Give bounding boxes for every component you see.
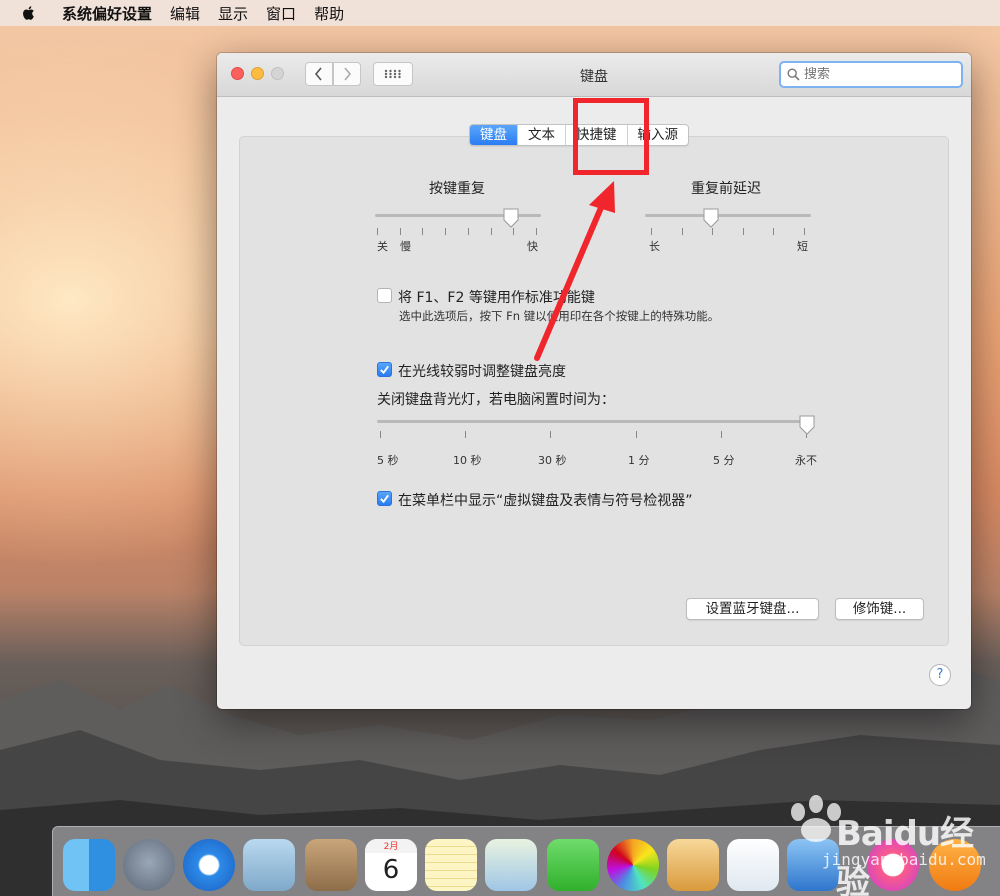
slider-tick bbox=[773, 228, 775, 235]
search-field[interactable] bbox=[779, 61, 963, 88]
repeat-delay-title: 重复前延迟 bbox=[691, 181, 761, 197]
keyboard-preferences-window: 键盘 键盘 文本 快捷键 输入源 按键重复 关 慢 快 重复前延迟 长 短 将 … bbox=[217, 53, 971, 709]
menu-window[interactable]: 窗口 bbox=[266, 3, 296, 24]
setup-bluetooth-keyboard-button[interactable]: 设置蓝牙键盘... bbox=[686, 598, 819, 620]
apple-icon[interactable] bbox=[20, 4, 38, 22]
backlight-label-30s: 30 秒 bbox=[538, 454, 567, 467]
slider-tick bbox=[465, 431, 467, 438]
title-bar: 键盘 bbox=[217, 53, 971, 97]
slider-tick bbox=[490, 228, 492, 235]
launchpad-icon[interactable] bbox=[123, 839, 175, 891]
repeat-delay-short-label: 短 bbox=[797, 240, 808, 253]
watermark-url: jingyan.baidu.com bbox=[822, 850, 986, 869]
backlight-title: 关闭键盘背光灯，若电脑闲置时间为： bbox=[377, 392, 615, 408]
slider-tick bbox=[422, 228, 424, 235]
menu-view[interactable]: 显示 bbox=[218, 3, 248, 24]
tab-text[interactable]: 文本 bbox=[518, 125, 566, 145]
pages-icon[interactable] bbox=[667, 839, 719, 891]
repeat-delay-knob[interactable] bbox=[702, 208, 720, 228]
safari-icon[interactable] bbox=[183, 839, 235, 891]
tab-keyboard[interactable]: 键盘 bbox=[470, 125, 518, 145]
key-repeat-off-label: 关 bbox=[377, 240, 388, 253]
fn-keys-checkbox[interactable] bbox=[377, 288, 392, 303]
modifier-keys-button[interactable]: 修饰键... bbox=[835, 598, 924, 620]
slider-tick bbox=[635, 431, 637, 438]
backlight-knob[interactable] bbox=[798, 415, 816, 435]
search-icon bbox=[787, 68, 800, 81]
slider-tick bbox=[804, 228, 805, 235]
backlight-label-1m: 1 分 bbox=[628, 454, 650, 467]
fn-keys-note: 选中此选项后，按下 Fn 键以使用印在各个按键上的特殊功能。 bbox=[399, 309, 720, 323]
key-repeat-title: 按键重复 bbox=[429, 181, 485, 197]
slider-tick bbox=[445, 228, 447, 235]
slider-tick bbox=[513, 228, 515, 235]
checkmark-icon bbox=[380, 494, 389, 504]
numbers-icon[interactable] bbox=[727, 839, 779, 891]
key-repeat-slow-label: 慢 bbox=[400, 240, 411, 253]
menu-system-preferences[interactable]: 系统偏好设置 bbox=[62, 3, 152, 24]
backlight-label-10s: 10 秒 bbox=[453, 454, 482, 467]
backlight-label-5s: 5 秒 bbox=[377, 454, 399, 467]
backlight-label-5m: 5 分 bbox=[713, 454, 735, 467]
slider-tick bbox=[742, 228, 744, 235]
notes-icon[interactable] bbox=[425, 839, 477, 891]
repeat-delay-long-label: 长 bbox=[649, 240, 660, 253]
calendar-icon[interactable]: 2月 6 bbox=[365, 839, 417, 891]
brightness-label[interactable]: 在光线较弱时调整键盘亮度 bbox=[398, 361, 566, 381]
slider-tick bbox=[712, 228, 714, 235]
fn-keys-label[interactable]: 将 F1、F2 等键用作标准功能键 bbox=[398, 287, 595, 307]
repeat-delay-ticks bbox=[651, 228, 805, 236]
slider-tick bbox=[720, 431, 722, 438]
backlight-track[interactable] bbox=[377, 420, 809, 423]
key-repeat-ticks bbox=[377, 228, 537, 236]
menu-bar: 系统偏好设置 编辑 显示 窗口 帮助 bbox=[0, 0, 1000, 26]
facetime-icon[interactable] bbox=[547, 839, 599, 891]
slider-tick bbox=[651, 228, 652, 235]
slider-tick bbox=[399, 228, 401, 235]
calendar-month: 2月 bbox=[365, 839, 417, 853]
slider-tick bbox=[467, 228, 469, 235]
calendar-day: 6 bbox=[382, 855, 400, 885]
slider-tick bbox=[380, 431, 381, 438]
slider-tick bbox=[681, 228, 683, 235]
key-repeat-knob[interactable] bbox=[502, 208, 520, 228]
slider-tick bbox=[550, 431, 552, 438]
finder-icon[interactable] bbox=[63, 839, 115, 891]
contacts-icon[interactable] bbox=[305, 839, 357, 891]
slider-tick bbox=[536, 228, 537, 235]
slider-tick bbox=[377, 228, 378, 235]
menu-help[interactable]: 帮助 bbox=[314, 3, 344, 24]
menu-edit[interactable]: 编辑 bbox=[170, 3, 200, 24]
menubar-viewer-label[interactable]: 在菜单栏中显示“虚拟键盘及表情与符号检视器” bbox=[398, 490, 693, 510]
backlight-label-never: 永不 bbox=[795, 454, 817, 467]
help-button[interactable]: ? bbox=[929, 664, 951, 686]
annotation-highlight-box bbox=[573, 98, 649, 175]
repeat-delay-track[interactable] bbox=[645, 214, 811, 217]
key-repeat-fast-label: 快 bbox=[527, 240, 538, 253]
photos-icon[interactable] bbox=[607, 839, 659, 891]
backlight-ticks bbox=[380, 431, 807, 439]
brightness-checkbox[interactable] bbox=[377, 362, 392, 377]
maps-icon[interactable] bbox=[485, 839, 537, 891]
search-input[interactable] bbox=[804, 67, 954, 82]
mail-icon[interactable] bbox=[243, 839, 295, 891]
menubar-viewer-checkbox[interactable] bbox=[377, 491, 392, 506]
checkmark-icon bbox=[380, 365, 389, 375]
